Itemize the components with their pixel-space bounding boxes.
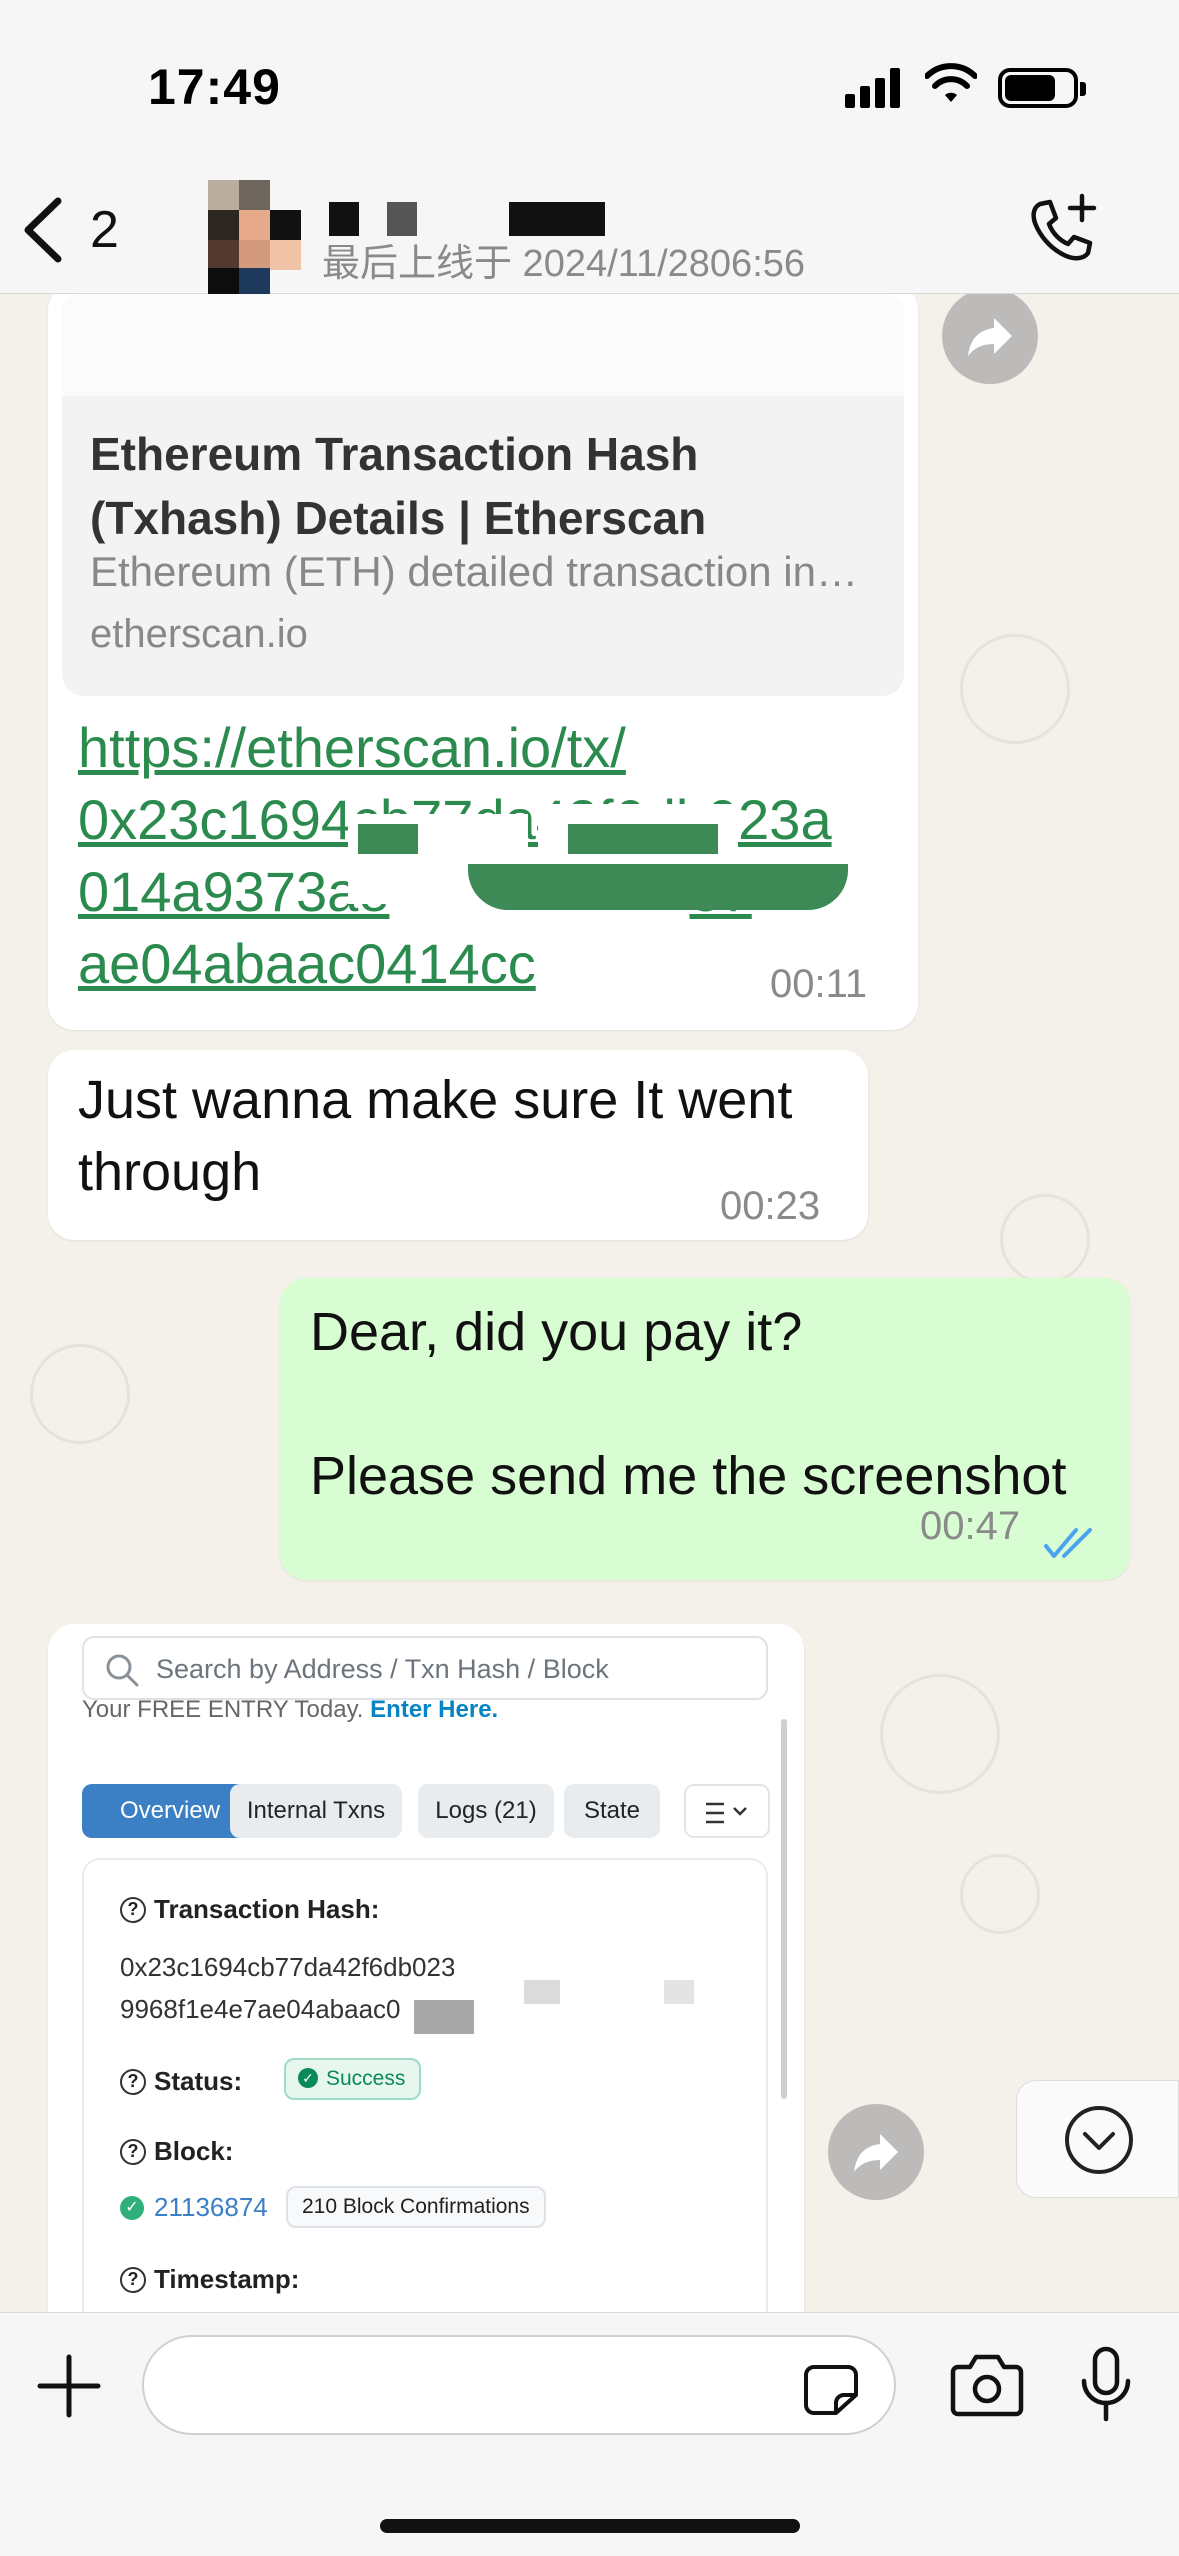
status-time: 17:49 [148, 59, 281, 115]
wallpaper-doodle [1000, 1194, 1090, 1284]
avatar[interactable] [208, 180, 302, 298]
add-call-icon[interactable] [1022, 190, 1102, 270]
tab-state: State [564, 1784, 660, 1838]
block-label: ? Block: [120, 2136, 233, 2167]
transaction-details-card: ? Transaction Hash: 0x23c1694cb77da42f6db… [82, 1858, 768, 2312]
scroll-to-bottom-button[interactable] [1016, 2080, 1179, 2198]
promo-banner: Your FREE ENTRY Today. Enter Here. [82, 1696, 499, 1723]
read-ticks-icon [1044, 1528, 1092, 1558]
block-confirmations-chip: 210 Block Confirmations [286, 2186, 546, 2228]
back-chevron-icon [24, 197, 62, 263]
screenshot-scrollbar [781, 1719, 787, 2099]
redaction-mark [358, 824, 418, 854]
message-input-bar [0, 2312, 1179, 2556]
last-seen-status: 最后上线于 2024/11/2806:56 [322, 243, 806, 285]
link-preview-domain: etherscan.io [90, 612, 308, 656]
link-message-bubble[interactable]: Ethereum Transaction Hash (Txhash) Detai… [48, 294, 918, 1030]
wifi-icon [925, 63, 977, 102]
tx-hash-value: 9968f1e4e7ae04abaac0 [120, 1994, 401, 2024]
more-tabs-dropdown [684, 1784, 770, 1838]
camera-icon[interactable] [950, 2351, 1024, 2417]
redaction-mark [568, 824, 718, 854]
help-icon: ? [120, 2266, 146, 2293]
success-badge: Success [284, 2058, 422, 2100]
unread-count: 2 [90, 201, 119, 259]
help-icon: ? [120, 2068, 146, 2095]
battery-icon [998, 68, 1086, 108]
help-icon: ? [120, 2138, 146, 2165]
incoming-message-bubble[interactable]: Just wanna make sure It went through 00:… [48, 1050, 868, 1240]
chat-area[interactable]: Ethereum Transaction Hash (Txhash) Detai… [0, 294, 1179, 2312]
message-time: 00:11 [770, 962, 868, 1006]
confirmed-check-icon: ✓ [120, 2196, 144, 2220]
message-text-line: Please send me the screenshot [310, 1446, 1067, 1506]
redaction-mark [664, 1980, 694, 2004]
chat-header: 2 最后上线于 2024/11/2806:56 [0, 170, 1179, 298]
cellular-signal-icon [845, 68, 905, 108]
home-indicator [380, 2519, 800, 2533]
block-number: 21136874 [154, 2192, 268, 2222]
screenshot-image-message[interactable]: Search by Address / Txn Hash / Block You… [48, 1624, 804, 2312]
status-label: ? Status: [120, 2066, 242, 2097]
chevron-down-icon [1065, 2106, 1133, 2174]
help-icon: ? [120, 1896, 146, 1923]
redaction-mark [454, 1940, 744, 2040]
etherscan-search-bar: Search by Address / Txn Hash / Block [82, 1636, 768, 1700]
sticker-icon[interactable] [802, 2363, 860, 2417]
forward-button[interactable] [828, 2104, 924, 2200]
wallpaper-doodle [960, 634, 1070, 744]
back-button[interactable]: 2 [20, 190, 140, 270]
message-text-line: Dear, did you pay it? [310, 1302, 803, 1362]
status-bar: 17:49 [0, 0, 1179, 170]
tx-hash-label: ? Transaction Hash: [120, 1894, 379, 1925]
forward-button[interactable] [942, 294, 1038, 384]
redaction-mark [468, 864, 848, 910]
tx-hash-value: 0x23c1694cb77da42f6db023 [120, 1952, 456, 1982]
wallpaper-doodle [960, 1854, 1040, 1934]
link-preview-description: Ethereum (ETH) detailed transaction in… [90, 548, 858, 595]
search-icon [106, 1654, 139, 1687]
redaction-mark [524, 1980, 560, 2004]
link-preview-card[interactable]: Ethereum Transaction Hash (Txhash) Detai… [62, 396, 904, 696]
link-line: https://etherscan.io/tx/ [78, 716, 626, 779]
wallpaper-doodle [880, 1674, 1000, 1794]
forward-icon [854, 2134, 898, 2172]
message-input[interactable] [142, 2335, 896, 2435]
tab-logs: Logs (21) [418, 1784, 554, 1838]
plus-icon[interactable] [36, 2353, 102, 2419]
message-time: 00:23 [720, 1184, 821, 1228]
message-time: 00:47 [920, 1504, 1021, 1548]
timestamp-label: ? Timestamp: [120, 2264, 299, 2295]
list-dropdown-icon [706, 1802, 747, 1824]
wallpaper-doodle [30, 1344, 130, 1444]
tab-internal-txns: Internal Txns [230, 1784, 402, 1838]
forward-icon [968, 318, 1012, 356]
redaction-mark [414, 2000, 474, 2034]
microphone-icon[interactable] [1076, 2345, 1136, 2425]
search-placeholder: Search by Address / Txn Hash / Block [156, 1654, 609, 1684]
link-preview-title: Ethereum Transaction Hash (Txhash) Detai… [90, 428, 707, 544]
outgoing-message-bubble[interactable]: Dear, did you pay it? Please send me the… [280, 1278, 1130, 1580]
link-preview-image [62, 294, 904, 402]
